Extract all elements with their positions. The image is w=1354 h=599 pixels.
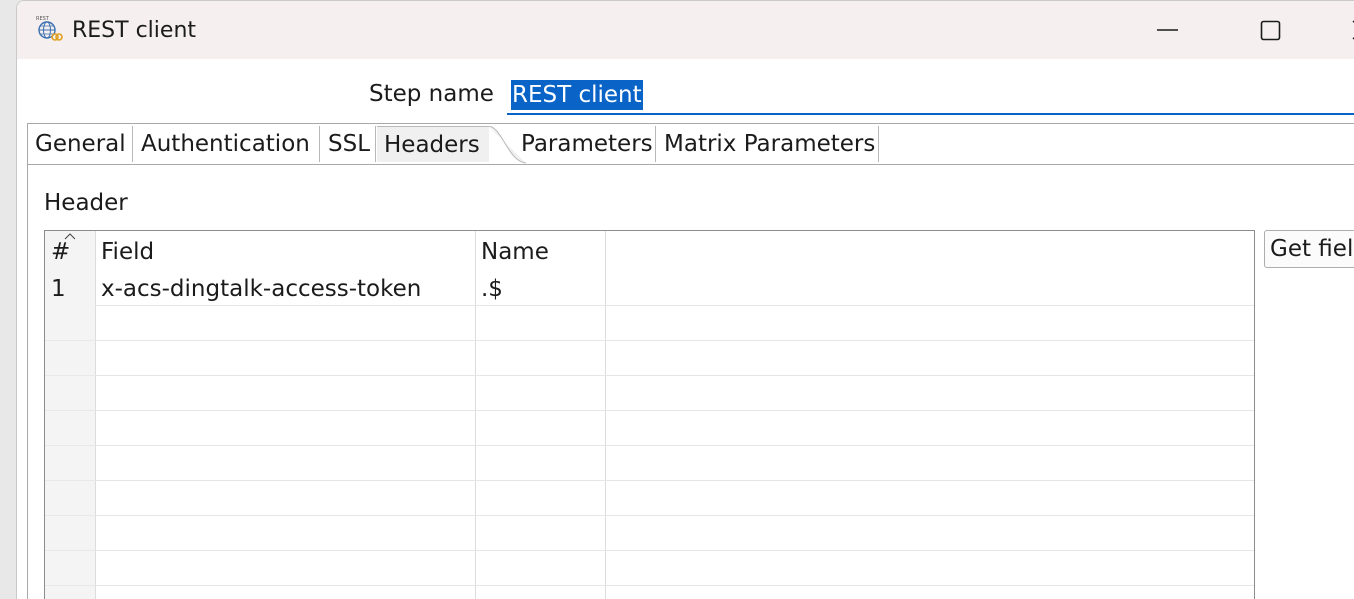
tab-general-label: General [35, 131, 126, 157]
row-divider [45, 410, 95, 411]
header-table[interactable]: # Field Name 1 x-acs-dingtalk-access-tok… [44, 230, 1255, 599]
tab-ssl[interactable]: SSL [321, 126, 376, 162]
maximize-button[interactable] [1240, 7, 1300, 53]
cell-field[interactable]: x-acs-dingtalk-access-token [101, 273, 421, 305]
cell-name[interactable]: .$ [481, 273, 503, 305]
svg-text:REST: REST [36, 16, 50, 22]
headers-panel: Header # Field Name 1 x-acs-dingtalk-acc… [28, 165, 1354, 599]
get-fields-label: Get fields [1270, 236, 1354, 262]
step-name-label: Step name [369, 81, 494, 107]
window-title: REST client [72, 18, 197, 43]
column-header-name[interactable]: Name [481, 236, 549, 268]
rest-globe-icon: REST [36, 16, 63, 41]
tab-headers[interactable]: Headers [377, 126, 489, 162]
row-divider [95, 375, 1254, 376]
row-divider [95, 305, 1254, 306]
column-divider [95, 231, 96, 599]
row-divider [45, 515, 95, 516]
row-divider [45, 585, 95, 586]
tab-authentication[interactable]: Authentication [134, 126, 320, 162]
tab-ssl-label: SSL [328, 131, 371, 157]
row-divider [45, 445, 95, 446]
dialog-body: Step name REST client General Authentica… [17, 59, 1354, 599]
tab-matrix-parameters[interactable]: Matrix Parameters [657, 126, 879, 162]
tab-matrix-parameters-label: Matrix Parameters [664, 131, 876, 157]
tab-headers-label: Headers [384, 132, 480, 158]
row-divider [95, 410, 1254, 411]
maximize-icon [1260, 20, 1281, 41]
close-button[interactable] [1337, 7, 1354, 53]
tab-general[interactable]: General [28, 126, 133, 162]
tab-authentication-label: Authentication [141, 131, 310, 157]
column-divider [475, 231, 476, 599]
row-divider [45, 480, 95, 481]
row-divider [45, 375, 95, 376]
row-divider [95, 445, 1254, 446]
step-name-input[interactable]: REST client [507, 77, 1354, 115]
get-fields-button[interactable]: Get fields [1264, 230, 1354, 268]
row-divider [95, 550, 1254, 551]
column-header-num[interactable]: # [51, 236, 70, 268]
header-group-title: Header [44, 190, 128, 216]
column-divider [605, 231, 606, 599]
tab-strip: General Authentication SSL Headers Param… [28, 124, 1354, 164]
minimize-button[interactable] [1137, 7, 1197, 53]
close-icon [1352, 20, 1354, 40]
row-divider [95, 340, 1254, 341]
tab-parameters-label: Parameters [521, 131, 653, 157]
minimize-icon [1157, 29, 1178, 31]
row-divider [95, 515, 1254, 516]
tab-folder: General Authentication SSL Headers Param… [27, 123, 1354, 599]
row-divider [95, 480, 1254, 481]
row-number: 1 [51, 276, 66, 302]
step-name-value: REST client [511, 80, 643, 110]
column-header-field[interactable]: Field [101, 236, 154, 268]
row-divider [95, 585, 1254, 586]
tab-parameters[interactable]: Parameters [514, 126, 656, 162]
title-bar: REST REST client [17, 1, 1354, 59]
rest-client-dialog: REST REST client Step name REST client G… [16, 0, 1354, 599]
row-divider [45, 340, 95, 341]
row-divider [45, 550, 95, 551]
